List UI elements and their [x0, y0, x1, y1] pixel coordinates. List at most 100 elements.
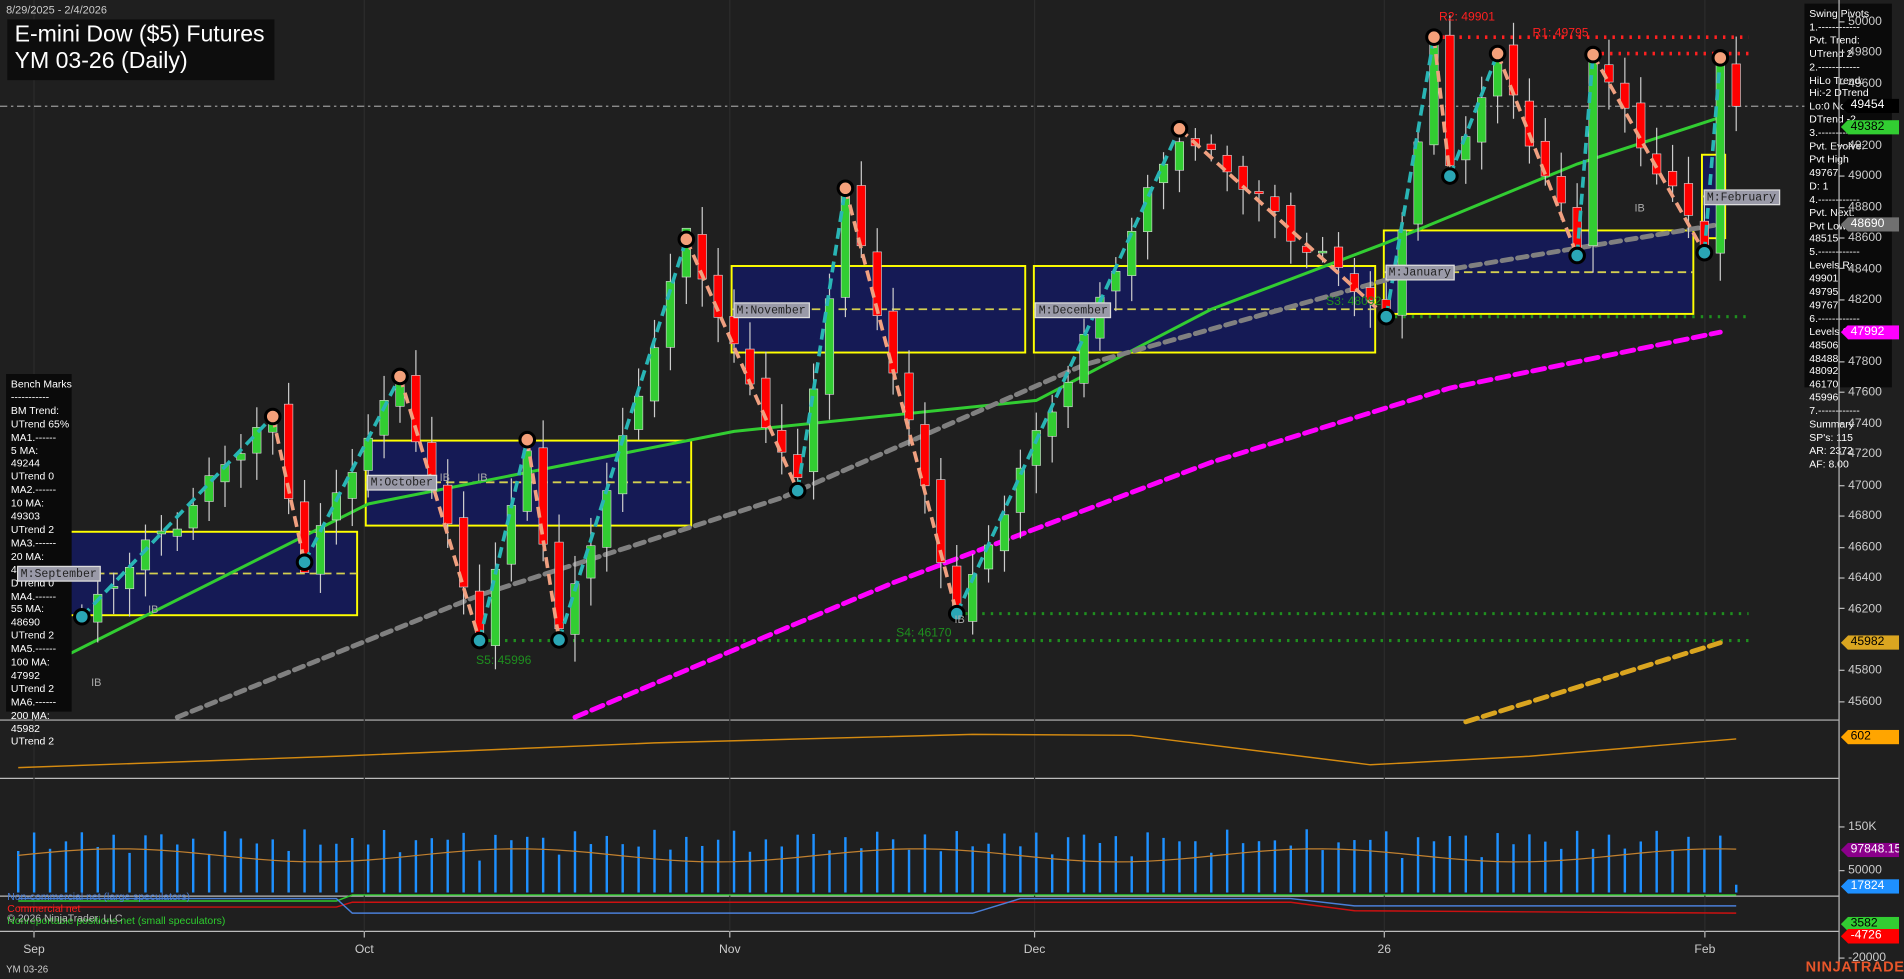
candle-down [1636, 102, 1646, 149]
candle-down [1668, 171, 1678, 187]
volume-bar [971, 846, 974, 893]
bench-mark-line: 55 MA: [10, 602, 44, 615]
bench-mark-line: 49303 [10, 510, 40, 523]
price-tick: 47000 [1838, 479, 1882, 492]
volume-bar [144, 835, 147, 893]
volume-bar [716, 839, 720, 893]
swing-high-marker [391, 367, 409, 386]
volume-bar [271, 839, 274, 893]
volume-bar [207, 853, 211, 893]
bench-mark-line: 45982 [10, 721, 40, 735]
candle-down [888, 310, 898, 374]
bench-mark-line: UTrend 2 [10, 629, 55, 642]
ib-marker: IB [439, 471, 450, 484]
price-tick: 47600 [1838, 386, 1882, 399]
volume-bar [1639, 841, 1642, 893]
level-label: R2: 49901 [1438, 10, 1495, 25]
instrument-name: E-mini Dow ($5) Futures [14, 21, 265, 48]
candle-up [363, 437, 373, 471]
volume-bar [17, 850, 20, 893]
volume-bar [1464, 835, 1467, 893]
volume-bar [780, 846, 783, 893]
swing-high-marker [1170, 119, 1189, 138]
price-tick: 47800 [1838, 355, 1882, 368]
volume-bar [860, 848, 863, 893]
swing-high-marker [1488, 44, 1507, 63]
ib-marker: IB [954, 613, 965, 626]
swing-low-marker [1441, 167, 1459, 185]
candle-up [1429, 32, 1439, 146]
volume-bar [1734, 884, 1738, 893]
volume-bar [1321, 850, 1324, 893]
volume-bar [1432, 841, 1436, 893]
volume-bar [605, 835, 609, 893]
x-axis-label: Feb [1694, 943, 1716, 957]
volume-bar [637, 846, 640, 893]
ib-marker: IB [477, 471, 488, 484]
swing-low-marker [1695, 243, 1714, 262]
chart-canvas[interactable] [0, 0, 1904, 979]
candle-down [856, 185, 866, 247]
date-range: 8/29/2025 - 2/4/2026 [6, 3, 107, 16]
bench-mark-line: 100 MA: [10, 655, 50, 668]
volume-tick: 50000 [1838, 864, 1882, 877]
price-tick: 46800 [1838, 510, 1882, 523]
price-tick: 48800 [1838, 201, 1882, 214]
candle-up [1588, 60, 1598, 246]
price-tick: 49000 [1838, 170, 1882, 183]
swing-pivot-line: 2.------------ [1809, 60, 1860, 73]
candle-down [1206, 143, 1216, 150]
candle-up [649, 347, 660, 402]
volume-bar [366, 844, 370, 893]
indicator-tag: 97848.15 [1840, 842, 1900, 858]
bench-mark-line: MA5.------ [10, 642, 57, 655]
bench-mark-line: 5 MA: [10, 443, 39, 457]
price-tick: 49200 [1838, 139, 1882, 152]
volume-bar [1019, 846, 1022, 893]
bench-mark-line: 200 MA: [10, 708, 50, 721]
volume-bar [1496, 833, 1499, 893]
x-axis-label: 26 [1377, 943, 1392, 957]
swing-pivot-line: Pvt High [1809, 152, 1849, 166]
bench-mark-line: MA2.------ [10, 483, 57, 496]
bench-mark-line: UTrend 2 [10, 523, 55, 536]
price-tick: 49800 [1838, 46, 1882, 59]
volume-bar [1146, 832, 1149, 893]
volume-bar [1082, 834, 1086, 893]
level-label: S5: 45996 [476, 654, 532, 668]
volume-bar [1289, 845, 1293, 893]
x-axis-label: Dec [1023, 943, 1046, 957]
candle-up [602, 490, 612, 548]
volume-bar [303, 829, 306, 893]
month-value-area-label: M:November [732, 301, 810, 318]
chart-window: 8/29/2025 - 2/4/2026 E-mini Dow ($5) Fut… [0, 0, 1904, 979]
candle-up [1413, 141, 1423, 225]
volume-bar [1066, 837, 1070, 893]
volume-bar [1050, 854, 1054, 893]
candle-up [1047, 411, 1057, 437]
candle-up [634, 395, 644, 430]
level-label: R1: 49795 [1532, 26, 1589, 41]
volume-bar [1162, 837, 1165, 893]
swing-low-marker [73, 607, 91, 626]
price-tick: 45800 [1838, 664, 1882, 677]
level-label: S4: 46170 [896, 626, 952, 640]
volume-bar [351, 837, 354, 893]
volume-bar [526, 836, 529, 893]
volume-bar [1035, 832, 1038, 893]
swing-low-marker [470, 631, 489, 650]
volume-bar [589, 844, 593, 893]
bench-mark-line: BM Trend: [10, 404, 60, 417]
volume-bar [1448, 836, 1452, 893]
price-tick: 50000 [1838, 15, 1882, 28]
swing-low-marker [1377, 307, 1396, 326]
swing-high-marker [836, 179, 855, 198]
volume-bar [319, 844, 322, 893]
volume-bar [939, 851, 943, 893]
volume-bar [1591, 848, 1595, 893]
swing-high-marker [518, 430, 537, 449]
swing-high-marker [677, 230, 696, 249]
chart-title-box: E-mini Dow ($5) Futures YM 03-26 (Daily) [7, 19, 275, 81]
candle-up [188, 505, 198, 529]
swing-high-marker [1711, 49, 1730, 67]
